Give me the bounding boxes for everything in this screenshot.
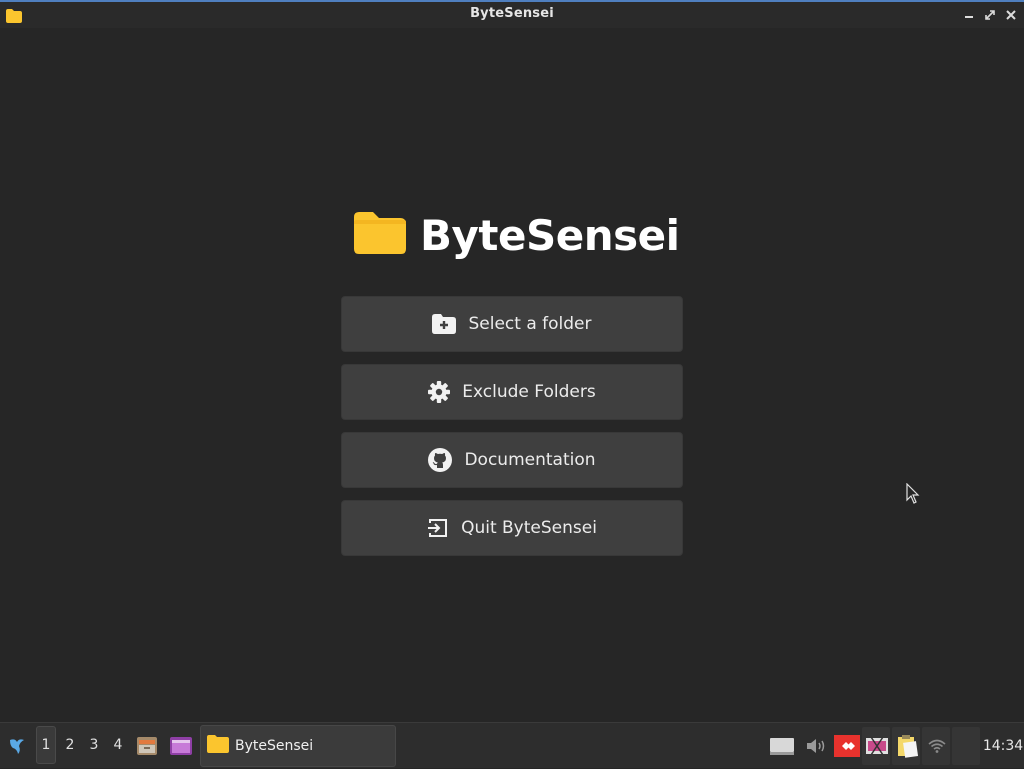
exclude-folders-label: Exclude Folders <box>462 382 596 402</box>
taskbar: 1 2 3 4 ByteSensei 14:34 <box>0 722 1024 768</box>
mouse-cursor-icon <box>906 482 920 509</box>
start-menu-button[interactable] <box>4 723 30 769</box>
gear-icon <box>428 381 451 403</box>
select-folder-button[interactable]: Select a folder <box>341 296 683 352</box>
close-button[interactable] <box>1003 7 1019 23</box>
drive-icon[interactable] <box>768 723 796 769</box>
exit-icon <box>427 517 449 539</box>
brand-title: ByteSensei <box>420 210 680 260</box>
anydesk-tray-icon[interactable] <box>834 723 860 769</box>
window-title: ByteSensei <box>470 6 554 21</box>
documentation-button[interactable]: Documentation <box>341 432 683 488</box>
exclude-folders-button[interactable]: Exclude Folders <box>341 364 683 420</box>
main-content: ByteSensei Select a folder Exclude Folde… <box>0 28 1024 722</box>
volume-icon[interactable] <box>804 723 828 769</box>
app-launcher-icon[interactable] <box>168 723 194 769</box>
quit-button[interactable]: Quit ByteSensei <box>341 500 683 556</box>
taskbar-task-bytesensei[interactable]: ByteSensei <box>200 725 396 767</box>
github-icon <box>428 448 453 472</box>
screenshot-tool-icon[interactable] <box>864 723 890 769</box>
folder-icon <box>207 735 229 757</box>
tray-slot <box>952 727 980 765</box>
workspace-2-button[interactable]: 2 <box>60 726 80 764</box>
workspace-1-button[interactable]: 1 <box>36 726 56 764</box>
documentation-label: Documentation <box>464 450 596 470</box>
file-manager-launcher-icon[interactable] <box>134 723 160 769</box>
folder-plus-icon <box>432 314 457 334</box>
workspace-3-button[interactable]: 3 <box>84 726 104 764</box>
maximize-button[interactable] <box>982 7 998 23</box>
window-titlebar: ByteSensei <box>0 0 1024 28</box>
quit-label: Quit ByteSensei <box>461 518 597 538</box>
wifi-icon[interactable] <box>924 723 950 769</box>
brand-header: ByteSensei <box>354 210 680 260</box>
clipboard-icon[interactable] <box>894 723 920 769</box>
clock[interactable]: 14:34 <box>982 723 1024 769</box>
select-folder-label: Select a folder <box>468 314 592 334</box>
folder-logo-icon <box>354 212 406 258</box>
workspace-4-button[interactable]: 4 <box>108 726 128 764</box>
task-label: ByteSensei <box>235 738 314 754</box>
minimize-button[interactable] <box>961 7 977 23</box>
